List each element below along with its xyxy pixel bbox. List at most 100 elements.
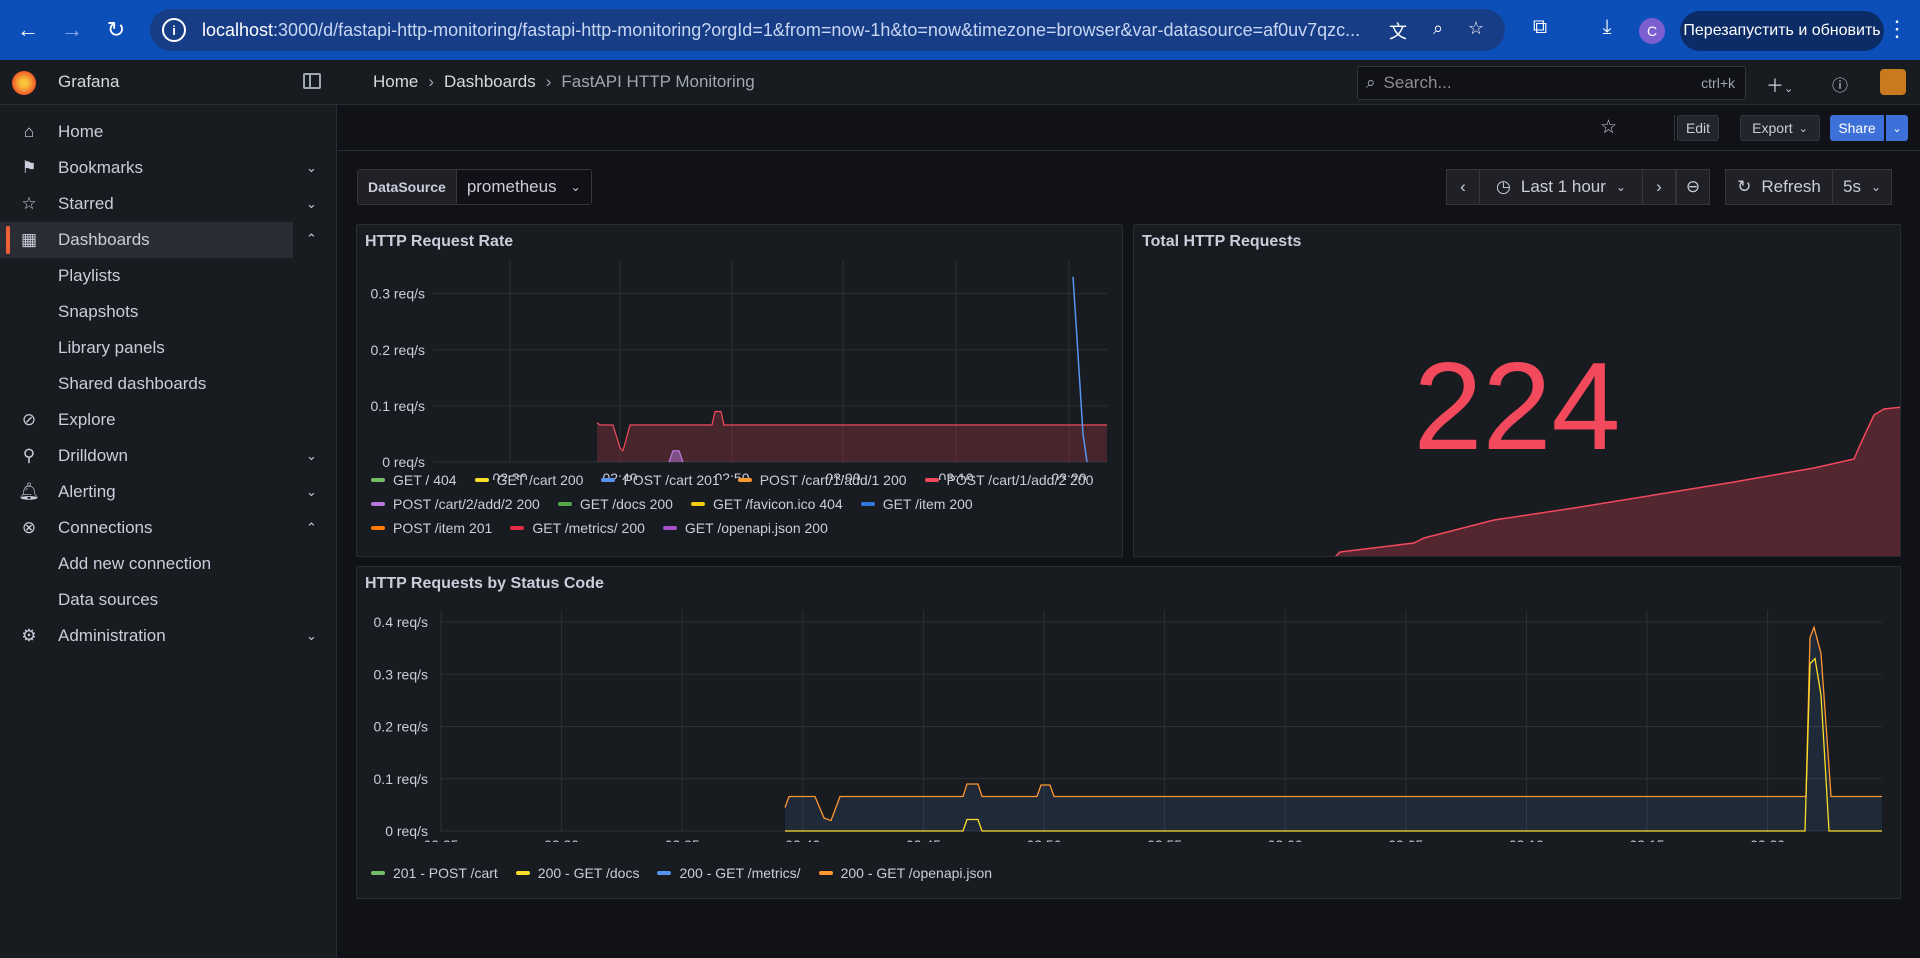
export-button[interactable]: Export ⌄ xyxy=(1740,115,1820,141)
sidebar-item-home[interactable]: ⌂ Home xyxy=(0,114,337,150)
sidebar-item-bookmarks[interactable]: ⚑ Bookmarks ⌄ xyxy=(0,150,337,186)
legend-item[interactable]: 200 - GET /docs xyxy=(515,865,639,881)
y-tick-label: 0.4 req/s xyxy=(374,614,428,630)
panel-http-request-rate[interactable]: HTTP Request Rate 0 req/s 0.1 req/s 0.2 re… xyxy=(356,224,1123,557)
legend-label: GET /item 200 xyxy=(882,496,973,512)
browser-toolbar: ← → ↻ i localhost:3000/d/fastapi-http-mo… xyxy=(0,0,1920,60)
site-info-icon[interactable]: i xyxy=(162,18,186,42)
legend-item[interactable]: POST /item 201 xyxy=(371,520,492,536)
time-range-picker[interactable]: ◷ Last 1 hour ⌄ xyxy=(1479,169,1643,205)
help-icon[interactable]: ⓘ xyxy=(1832,72,1848,96)
panel-requests-by-status-code[interactable]: HTTP Requests by Status Code 0 req/s 0.1 … xyxy=(356,566,1901,899)
legend-item[interactable]: GET /cart 200 xyxy=(474,472,583,488)
legend-item[interactable]: GET /item 200 xyxy=(860,496,973,512)
update-button[interactable]: Перезапустить и обновить xyxy=(1680,11,1884,51)
legend-item[interactable]: POST /cart 201 xyxy=(601,472,720,488)
breadcrumb-home[interactable]: Home xyxy=(373,72,418,92)
legend-item[interactable]: POST /cart/1/add/1 200 xyxy=(737,472,907,488)
status-code-chart: 0 req/s 0.1 req/s 0.2 req/s 0.3 req/s 0.4 re… xyxy=(374,610,1882,842)
address-bar[interactable]: i localhost:3000/d/fastapi-http-monitori… xyxy=(150,9,1505,51)
search-input[interactable]: ⌕ Search... ctrl+k xyxy=(1357,66,1746,100)
forward-arrow-icon[interactable]: → xyxy=(56,14,88,46)
breadcrumb-dashboards[interactable]: Dashboards xyxy=(444,72,536,92)
share-button[interactable]: Share xyxy=(1830,115,1884,141)
chevron-up-icon[interactable]: ⌃ xyxy=(306,231,317,247)
dock-menu-icon[interactable] xyxy=(303,73,321,89)
chevron-down-icon[interactable]: ⌄ xyxy=(306,196,317,212)
kebab-menu-icon[interactable]: ⋮ xyxy=(1886,16,1908,42)
legend-label: POST /cart/1/add/1 200 xyxy=(759,472,907,488)
sidebar-item-alerting[interactable]: 🔔︎ Alerting ⌄ xyxy=(0,474,337,510)
extensions-icon[interactable]: ⧉ xyxy=(1526,16,1554,44)
request-rate-chart: 0 req/s0.1 req/s0.2 req/s0.3 req/s02:30 0… xyxy=(371,260,1107,480)
chevron-right-icon: › xyxy=(428,72,435,91)
legend-item[interactable]: GET /docs 200 xyxy=(557,496,673,512)
bookmark-star-icon[interactable]: ☆ xyxy=(1464,18,1488,42)
dashboards-icon: ▦ xyxy=(20,230,38,249)
sidebar-item-shared-dashboards[interactable]: Shared dashboards xyxy=(58,374,206,394)
sidebar-item-dashboards[interactable]: ▦ Dashboards xyxy=(0,222,293,258)
datasource-select[interactable]: prometheus ⌄ xyxy=(456,170,591,204)
share-dropdown-icon[interactable]: ⌄ xyxy=(1886,115,1908,141)
download-icon[interactable]: ⤓ xyxy=(1593,16,1621,44)
y-tick-label: 0.3 req/s xyxy=(374,666,428,682)
legend-swatch xyxy=(474,478,489,482)
legend-item[interactable]: 200 - GET /openapi.json xyxy=(818,865,993,881)
x-tick-label: 02:35 xyxy=(665,837,700,842)
zoom-out-button[interactable]: ⊖ xyxy=(1676,169,1710,205)
sidebar-item-explore[interactable]: ⊘ Explore xyxy=(0,402,337,438)
sidebar-item-drilldown[interactable]: ⚲ Drilldown ⌄ xyxy=(0,438,337,474)
profile-avatar[interactable]: C xyxy=(1639,18,1665,44)
sidebar-item-snapshots[interactable]: Snapshots xyxy=(58,302,138,322)
legend-swatch xyxy=(657,871,672,875)
legend-swatch xyxy=(818,871,833,875)
legend-label: GET /metrics/ 200 xyxy=(532,520,645,536)
chevron-down-icon[interactable]: ⌄ xyxy=(306,628,317,644)
legend-item[interactable]: 200 - GET /metrics/ xyxy=(657,865,801,881)
x-tick-label: 03:05 xyxy=(1388,837,1423,842)
time-back-button[interactable]: ‹ xyxy=(1446,169,1480,205)
legend-item[interactable]: GET /favicon.ico 404 xyxy=(690,496,843,512)
chart-legend: GET / 404 GET /cart 200 POST /cart 201 POST… xyxy=(371,472,1111,536)
sidebar-item-add-new-connection[interactable]: Add new connection xyxy=(58,554,211,574)
reload-icon[interactable]: ↻ xyxy=(100,14,132,46)
legend-swatch xyxy=(557,502,572,506)
sidebar-item-starred[interactable]: ☆ Starred ⌄ xyxy=(0,186,337,222)
star-dashboard-icon[interactable]: ☆ xyxy=(1600,116,1617,139)
breadcrumb: Home › Dashboards › FastAPI HTTP Monitor… xyxy=(373,72,755,92)
refresh-interval-select[interactable]: 5s ⌄ xyxy=(1832,169,1892,205)
translate-icon[interactable]: 文 xyxy=(1386,18,1410,42)
chevron-down-icon[interactable]: ⌄ xyxy=(306,160,317,176)
user-avatar[interactable] xyxy=(1880,69,1906,95)
sidebar-item-administration[interactable]: ⚙ Administration ⌄ xyxy=(0,618,337,654)
chevron-down-icon[interactable]: ⌄ xyxy=(306,484,317,500)
grafana-logo-icon[interactable] xyxy=(12,71,36,95)
back-arrow-icon[interactable]: ← xyxy=(12,14,44,46)
sidebar-item-connections[interactable]: ⊗ Connections ⌃ xyxy=(0,510,337,546)
sidebar-item-data-sources[interactable]: Data sources xyxy=(58,590,158,610)
edit-button[interactable]: Edit xyxy=(1677,115,1719,141)
sidebar-item-playlists[interactable]: Playlists xyxy=(58,266,120,286)
legend-item[interactable]: POST /cart/1/add/2 200 xyxy=(924,472,1093,488)
sidebar-item-library-panels[interactable]: Library panels xyxy=(58,338,165,358)
legend-item[interactable]: POST /cart/2/add/2 200 xyxy=(371,496,540,512)
chevron-up-icon[interactable]: ⌃ xyxy=(306,520,317,536)
panel-total-http-requests[interactable]: Total HTTP Requests 224 xyxy=(1133,224,1901,557)
chevron-down-icon[interactable]: ⌄ xyxy=(306,448,317,464)
chevron-down-icon: ⌄ xyxy=(1615,180,1626,194)
legend-item[interactable]: 201 - POST /cart xyxy=(371,865,498,881)
legend-label: 200 - GET /openapi.json xyxy=(840,865,993,881)
url-text[interactable]: localhost:3000/d/fastapi-http-monitoring… xyxy=(202,20,1402,41)
y-tick-label: 0.2 req/s xyxy=(371,342,425,358)
plus-icon[interactable]: ＋⌄ xyxy=(1766,72,1793,98)
compass-icon: ⊘ xyxy=(21,410,37,429)
time-forward-button[interactable]: › xyxy=(1642,169,1676,205)
chevron-right-icon: › xyxy=(1656,177,1662,196)
legend-label: POST /cart 201 xyxy=(623,472,720,488)
legend-item[interactable]: GET /metrics/ 200 xyxy=(510,520,645,536)
legend-item[interactable]: GET / 404 xyxy=(371,472,457,488)
legend-item[interactable]: GET /openapi.json 200 xyxy=(662,520,828,536)
zoom-icon[interactable]: ⌕ xyxy=(1426,18,1450,42)
refresh-button[interactable]: ↻ Refresh xyxy=(1725,169,1833,205)
legend-swatch xyxy=(737,478,752,482)
